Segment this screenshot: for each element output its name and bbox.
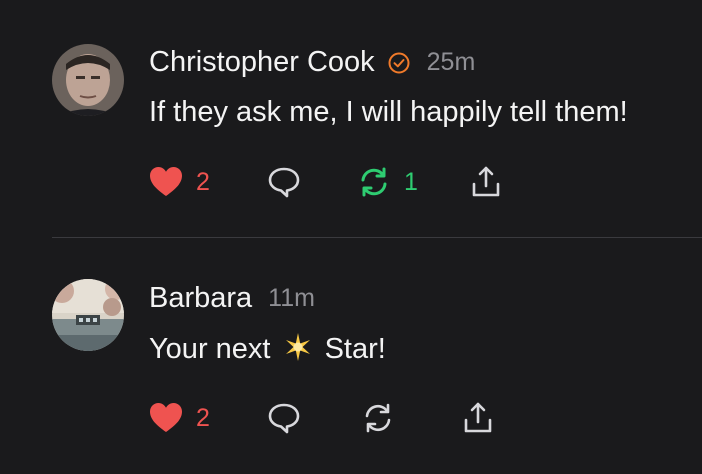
repost-count: 1 [404,167,418,196]
like-count: 2 [196,167,210,196]
comment-button[interactable] [266,162,302,202]
post-text: If they ask me, I will happily tell them… [149,96,628,128]
repost-button[interactable] [360,398,396,438]
post-header: Barbara 11m [149,282,315,315]
post-text: Your next Star! [149,332,386,366]
post-actions: 2 1 [148,162,568,202]
avatar-barbara[interactable] [52,279,124,351]
post-time: 25m [426,48,476,76]
author-name[interactable]: Christopher Cook [149,46,375,79]
repost-icon [365,403,391,433]
post-text-before: Your next [149,333,271,365]
post-barbara: Barbara 11m Your next Star! 2 [0,238,702,474]
like-count: 2 [196,403,210,432]
comment-button[interactable] [266,398,302,438]
post-time: 11m [268,284,315,312]
like-button[interactable]: 2 [148,398,210,438]
repost-icon [361,167,387,197]
avatar-image [52,44,124,116]
share-button[interactable] [460,398,496,438]
comment-icon [268,403,300,434]
post-header: Christopher Cook 25m [149,46,475,79]
post-christopher-cook: Christopher Cook 25m If they ask me, I w… [0,0,702,237]
post-actions: 2 [148,398,568,438]
share-icon [472,166,500,197]
verified-badge-icon [388,52,410,73]
repost-button[interactable]: 1 [356,162,418,202]
heart-icon [150,403,182,432]
avatar-image [52,279,124,351]
author-name[interactable]: Barbara [149,282,252,315]
share-button[interactable] [468,162,504,202]
heart-icon [150,167,182,196]
star-emoji [285,333,310,361]
like-button[interactable]: 2 [148,162,210,202]
share-icon [464,402,492,433]
comment-icon [268,167,300,198]
post-text-after: Star! [324,333,386,365]
avatar-christopher-cook[interactable] [52,44,124,116]
